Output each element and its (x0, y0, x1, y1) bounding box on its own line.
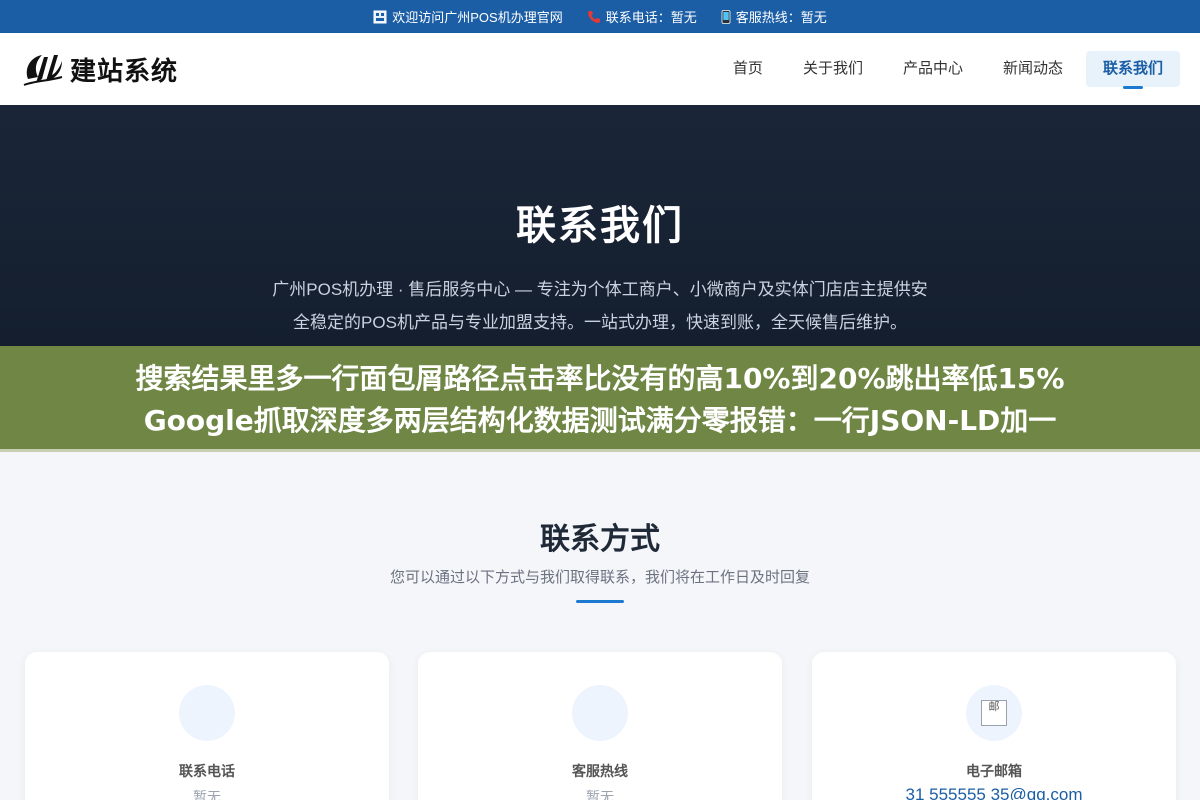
logo-mark-icon (23, 55, 63, 86)
contact-card-title: 电子邮箱 (966, 763, 1022, 779)
contact-card-email: 邮 电子邮箱 31 555555 35@qq.com (812, 652, 1176, 800)
headset-icon (572, 685, 628, 741)
contact-section-subtitle: 您可以通过以下方式与我们取得联系，我们将在工作日及时回复 (389, 569, 810, 586)
hero-description: 广州POS机办理 · 售后服务中心 — 专注为个体工商户、小微商户及实体门店店主… (272, 280, 928, 332)
phone-icon (179, 685, 235, 741)
phone-icon (587, 10, 600, 23)
email-icon-circle: 邮 (966, 685, 1022, 741)
hotline-item: 客服热线：暂无 (721, 7, 827, 26)
contact-card-title: 客服热线 (572, 763, 628, 779)
site-logo[interactable]: 建站系统 (22, 49, 178, 89)
email-link[interactable]: 31 555555 35@qq.com (812, 785, 1176, 800)
contact-card-value: 暂无 (586, 789, 614, 800)
logo-text: 建站系统 (70, 56, 179, 87)
contact-card-title: 联系电话 (179, 763, 235, 779)
contact-card-value: 暂无 (193, 789, 221, 800)
section-divider (576, 600, 624, 603)
contact-section-title: 联系方式 (540, 522, 660, 557)
phone-text: 联系电话：暂无 (605, 10, 697, 25)
overlay-banner: 搜索结果里多一行面包屑路径点击率比没有的高10%到20%跳出率低15% Goog… (0, 346, 1200, 452)
top-info-bar: 欢迎访问广州POS机办理官网 联系电话：暂无 客服热线：暂无 (0, 0, 1200, 33)
contact-card-phone: 联系电话 暂无 (25, 652, 389, 800)
contact-card-hotline: 客服热线 暂无 (418, 652, 782, 800)
welcome-text: 欢迎访问广州POS机办理官网 (392, 10, 563, 25)
hero-section: 联系我们 广州POS机办理 · 售后服务中心 — 专注为个体工商户、小微商户及实… (0, 105, 1200, 350)
welcome-item: 欢迎访问广州POS机办理官网 (373, 7, 563, 26)
mobile-icon (721, 9, 731, 24)
nav-contact[interactable]: 联系我们 (1085, 51, 1180, 89)
email-icon: 邮 (981, 700, 1007, 726)
phone-item: 联系电话：暂无 (587, 7, 697, 26)
site-header: 建站系统 首页 关于我们 产品中心 新闻动态 联系我们 (0, 33, 1200, 105)
nav-news[interactable]: 新闻动态 (986, 51, 1080, 87)
nav-products[interactable]: 产品中心 (886, 51, 980, 87)
nav-about[interactable]: 关于我们 (786, 51, 880, 87)
main-nav: 首页 关于我们 产品中心 新闻动态 联系我们 (716, 33, 1180, 105)
banner-line-2: Google抓取深度多两层结构化数据测试满分零报错：一行JSON-LD加一 (143, 404, 1057, 437)
hotline-text: 客服热线：暂无 (735, 10, 827, 25)
nav-home[interactable]: 首页 (716, 51, 780, 87)
website-icon (373, 10, 387, 23)
banner-line-1: 搜索结果里多一行面包屑路径点击率比没有的高10%到20%跳出率低15% (135, 362, 1065, 395)
hero-title: 联系我们 (516, 203, 684, 249)
